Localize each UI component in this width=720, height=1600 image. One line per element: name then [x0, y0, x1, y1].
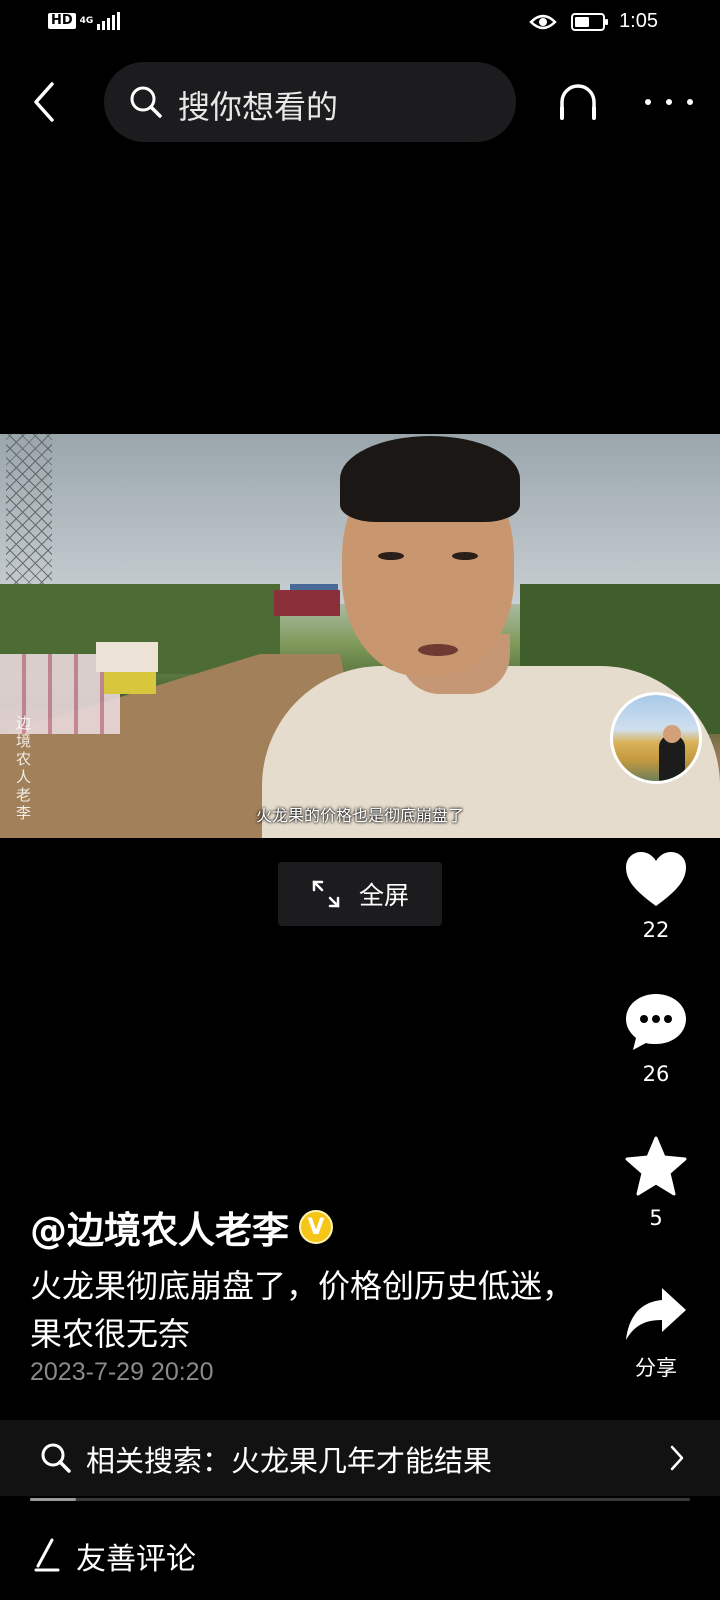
- video-person-eye: [452, 552, 478, 560]
- author-handle: @边境农人老李: [30, 1209, 289, 1252]
- signal-icon: [97, 12, 121, 30]
- comment-bubble-icon: [626, 994, 686, 1050]
- video-person-hair: [340, 436, 520, 522]
- comment-input[interactable]: 友善评论: [0, 1512, 720, 1600]
- video-person-eye: [378, 552, 404, 560]
- dot: [666, 99, 672, 105]
- share-label: 分享: [635, 1356, 677, 1380]
- battery-level: [575, 16, 589, 27]
- comment-button[interactable]: 26: [620, 992, 692, 1086]
- video-progress-bar[interactable]: [30, 1498, 690, 1501]
- like-count: 22: [642, 918, 670, 942]
- video-player[interactable]: 边境农人老李 火龙果的价格也是彻底崩盘了: [0, 434, 720, 838]
- avatar-face: [663, 725, 681, 743]
- comment-count: 26: [642, 1062, 670, 1086]
- clock: 1:05: [619, 10, 658, 32]
- top-nav: 搜你想看的: [0, 62, 720, 142]
- chevron-left-icon: [34, 82, 54, 122]
- like-button[interactable]: 22: [620, 850, 692, 942]
- post-date: 2023-7-29 20:20: [30, 1358, 214, 1386]
- favorite-count: 5: [649, 1206, 663, 1230]
- expand-icon: [312, 880, 340, 908]
- video-progress-fill: [30, 1498, 77, 1501]
- video-scene-crates: [104, 672, 156, 694]
- author-name[interactable]: @边境农人老李 V: [30, 1200, 333, 1254]
- related-search-bar[interactable]: 相关搜索：火龙果几年才能结果: [0, 1420, 720, 1496]
- author-avatar[interactable]: [610, 692, 702, 784]
- video-scene-tower: [6, 434, 52, 584]
- star-icon: [625, 1136, 687, 1196]
- back-button[interactable]: [28, 80, 64, 124]
- hd-indicator: HD: [48, 13, 76, 29]
- video-scene-crates: [96, 642, 158, 672]
- status-right: 1:05: [529, 10, 658, 33]
- comment-placeholder: 友善评论: [76, 1542, 196, 1577]
- favorite-button[interactable]: 5: [620, 1136, 692, 1230]
- status-left: HD 4G: [48, 12, 121, 30]
- share-arrow-icon: [626, 1288, 686, 1340]
- video-scene-truck: [274, 590, 340, 616]
- heart-icon: [626, 852, 686, 906]
- dot: [645, 99, 651, 105]
- fullscreen-button[interactable]: 全屏: [278, 862, 442, 926]
- more-options-button[interactable]: [645, 92, 693, 112]
- headphones-icon: [560, 84, 596, 120]
- chevron-right-icon: [670, 1445, 684, 1471]
- pencil-icon: [34, 1538, 60, 1572]
- share-button[interactable]: 分享: [620, 1286, 692, 1382]
- search-placeholder: 搜你想看的: [178, 88, 339, 126]
- fullscreen-label: 全屏: [358, 881, 409, 910]
- verified-badge: V: [299, 1210, 333, 1244]
- video-subtitle: 火龙果的价格也是彻底崩盘了: [255, 806, 464, 825]
- video-person-mouth: [418, 644, 458, 656]
- status-bar: HD 4G 1:05: [0, 0, 720, 50]
- search-input[interactable]: 搜你想看的: [104, 62, 516, 142]
- post-description: 火龙果彻底崩盘了，价格创历史低迷，果农很无奈: [30, 1267, 575, 1353]
- search-icon: [41, 1443, 71, 1473]
- eye-icon: [529, 14, 557, 29]
- dot: [687, 99, 693, 105]
- search-icon: [130, 86, 162, 118]
- listen-button[interactable]: [556, 80, 600, 124]
- network-type: 4G: [79, 16, 94, 26]
- battery-icon: [571, 12, 609, 31]
- related-search-text: 相关搜索：火龙果几年才能结果: [86, 1444, 493, 1478]
